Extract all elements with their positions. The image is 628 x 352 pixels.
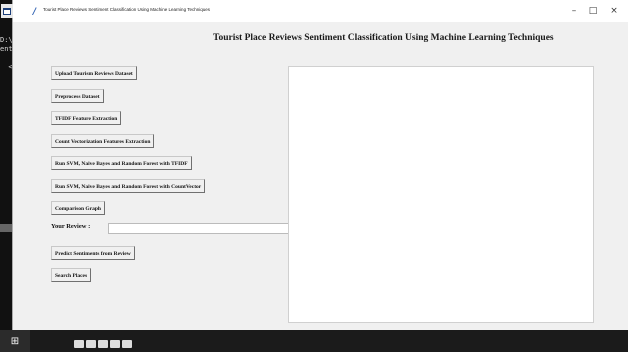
upload-dataset-button[interactable]: Upload Tourism Reviews Dataset — [51, 66, 137, 80]
comparison-graph-button[interactable]: Comparison Graph — [51, 201, 105, 215]
tray-video-icon[interactable] — [98, 340, 108, 348]
tray-camera-icon[interactable] — [86, 340, 96, 348]
restore-button[interactable]: □ — [584, 4, 602, 18]
close-button[interactable]: × — [605, 4, 623, 18]
review-label: Your Review : — [51, 223, 91, 230]
taskbar-tray — [74, 340, 132, 350]
tray-window-icon[interactable] — [110, 340, 120, 348]
preprocess-button[interactable]: Preprocess Dataset — [51, 89, 104, 103]
start-button[interactable]: ⊞ — [0, 330, 30, 352]
predict-sentiment-button[interactable]: Predict Sentiments from Review — [51, 246, 135, 260]
minimize-button[interactable]: – — [565, 4, 583, 18]
windows-icon: ⊞ — [10, 335, 20, 347]
app-window: Tourist Place Reviews Sentiment Classifi… — [1, 0, 628, 330]
page-heading: Tourist Place Reviews Sentiment Classifi… — [213, 33, 554, 43]
count-vectorization-button[interactable]: Count Vectorization Features Extraction — [51, 134, 155, 148]
feather-icon — [32, 7, 37, 15]
run-countvector-models-button[interactable]: Run SVM, Naive Bayes and Random Forest w… — [51, 179, 206, 193]
title-bar: Tourist Place Reviews Sentiment Classifi… — [13, 0, 628, 22]
review-input[interactable] — [108, 223, 298, 234]
window-system-icon[interactable] — [1, 4, 13, 18]
tray-gear-icon[interactable] — [122, 340, 132, 348]
search-places-button[interactable]: Search Places — [51, 268, 92, 282]
output-text-area[interactable] — [288, 66, 594, 323]
window-title: Tourist Place Reviews Sentiment Classifi… — [43, 7, 211, 12]
tray-app-icon[interactable] — [74, 340, 84, 348]
tfidf-button[interactable]: TFIDF Feature Extraction — [51, 111, 122, 125]
background-console: D:\ ent> < — [0, 0, 14, 352]
run-tfidf-models-button[interactable]: Run SVM, Naive Bayes and Random Forest w… — [51, 156, 192, 170]
